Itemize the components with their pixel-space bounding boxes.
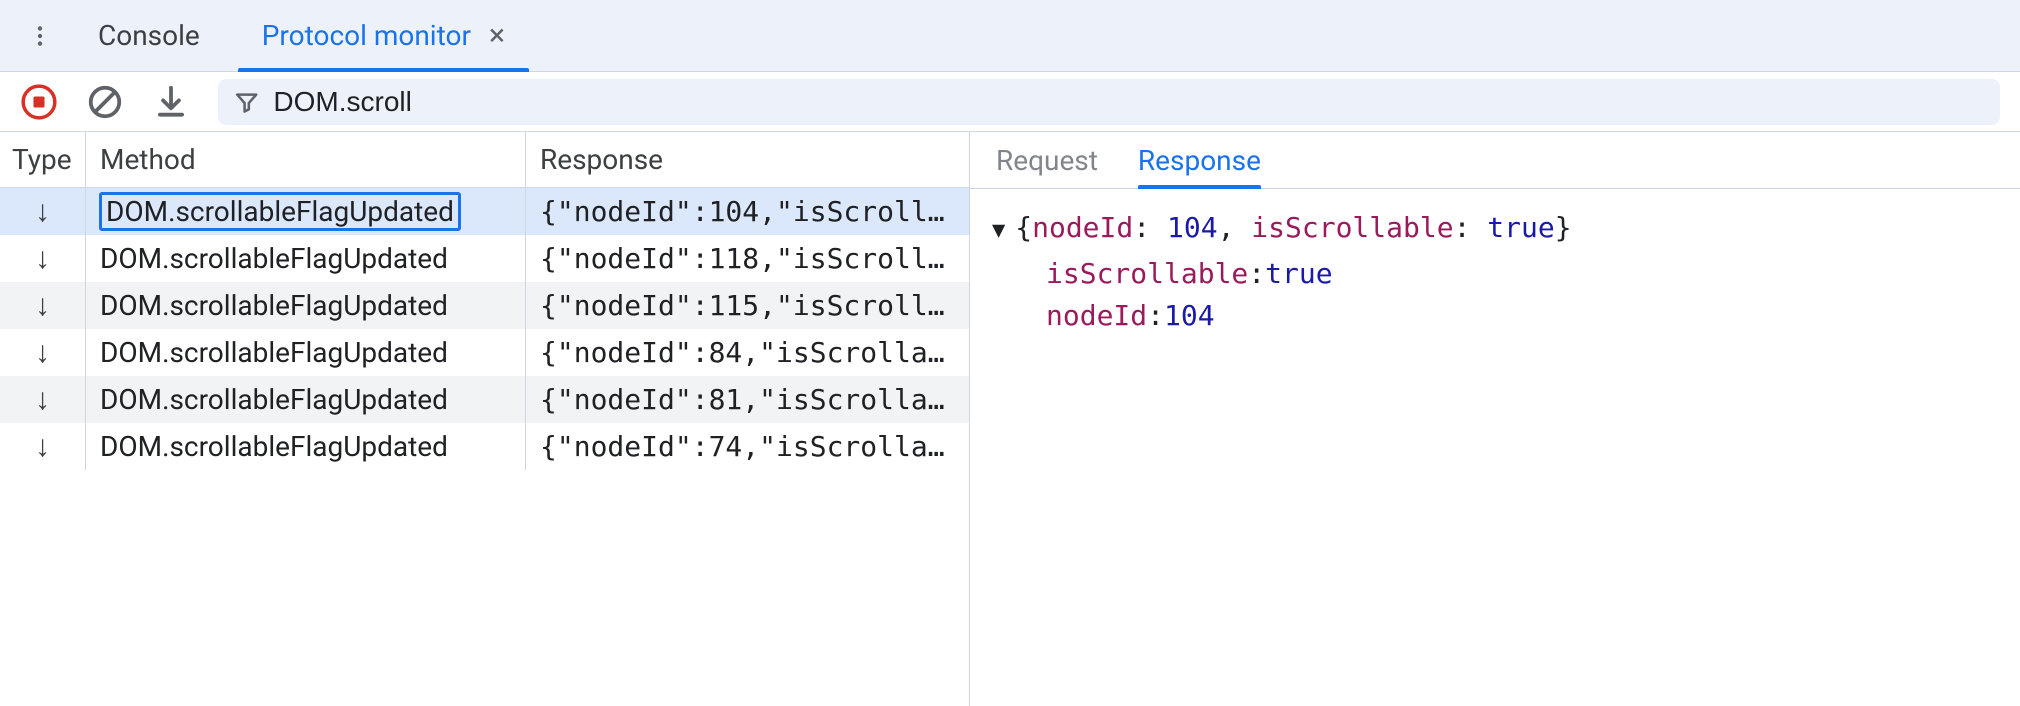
- method-text: DOM.scrollableFlagUpdated: [100, 383, 448, 416]
- detail-pane: Request Response ▼ {nodeId: 104, isScrol…: [970, 132, 2020, 706]
- tree-root[interactable]: ▼ {nodeId: 104, isScrollable: true}: [992, 207, 1998, 249]
- cell-response: {"nodeId":74,"isScrolla…: [526, 423, 969, 470]
- main-split: Type Method Response ↓ DOM.scrollableFlag…: [0, 132, 2020, 706]
- cell-method: DOM.scrollableFlagUpdated: [86, 423, 526, 470]
- filter-input[interactable]: [273, 86, 1984, 118]
- tree-prop-isscrollable[interactable]: isScrollable: true: [1046, 253, 1998, 295]
- toolbar: [0, 72, 2020, 132]
- cell-method: DOM.scrollableFlagUpdated: [86, 235, 526, 282]
- table-body: ↓ DOM.scrollableFlagUpdated {"nodeId":104,…: [0, 188, 969, 706]
- table-row[interactable]: ↓ DOM.scrollableFlagUpdated {"nodeId":118,…: [0, 235, 969, 282]
- colon: :: [1248, 253, 1265, 295]
- table-header: Type Method Response: [0, 132, 969, 188]
- table-row[interactable]: ↓ DOM.scrollableFlagUpdated {"nodeId":74,"…: [0, 423, 969, 470]
- table-row[interactable]: ↓ DOM.scrollableFlagUpdated {"nodeId":104,…: [0, 188, 969, 235]
- detail-body: ▼ {nodeId: 104, isScrollable: true} isSc…: [970, 189, 2020, 355]
- brace-open: {: [1015, 211, 1032, 244]
- comma: ,: [1218, 211, 1252, 244]
- clear-icon[interactable]: [86, 83, 124, 121]
- header-method[interactable]: Method: [86, 132, 526, 187]
- summary-val-isscrollable: true: [1487, 211, 1554, 244]
- tree-prop-nodeid[interactable]: nodeId: 104: [1046, 295, 1998, 337]
- method-text: DOM.scrollableFlagUpdated: [100, 430, 448, 463]
- filter-icon: [234, 89, 259, 115]
- top-tab-bar: Console Protocol monitor ×: [0, 0, 2020, 72]
- cell-method: DOM.scrollableFlagUpdated: [86, 282, 526, 329]
- cell-response: {"nodeId":104,"isScroll…: [526, 188, 969, 235]
- cell-response: {"nodeId":118,"isScroll…: [526, 235, 969, 282]
- colon: :: [1147, 295, 1164, 337]
- method-text: DOM.scrollableFlagUpdated: [100, 289, 448, 322]
- cell-method: DOM.scrollableFlagUpdated: [86, 188, 526, 235]
- cell-method: DOM.scrollableFlagUpdated: [86, 329, 526, 376]
- arrow-down-icon: ↓: [0, 329, 86, 376]
- tab-response[interactable]: Response: [1138, 132, 1261, 188]
- tab-response-label: Response: [1138, 144, 1261, 177]
- arrow-down-icon: ↓: [0, 282, 86, 329]
- cell-response: {"nodeId":84,"isScrolla…: [526, 329, 969, 376]
- summary-key-nodeid: nodeId: [1032, 211, 1133, 244]
- close-icon[interactable]: ×: [489, 21, 505, 51]
- summary-key-isscrollable: isScrollable: [1251, 211, 1453, 244]
- cell-response: {"nodeId":115,"isScroll…: [526, 282, 969, 329]
- cell-method: DOM.scrollableFlagUpdated: [86, 376, 526, 423]
- colon: :: [1133, 211, 1167, 244]
- tab-console[interactable]: Console: [74, 0, 224, 71]
- table-row[interactable]: ↓ DOM.scrollableFlagUpdated {"nodeId":115,…: [0, 282, 969, 329]
- arrow-down-icon: ↓: [0, 235, 86, 282]
- arrow-down-icon: ↓: [0, 376, 86, 423]
- prop-key: isScrollable: [1046, 253, 1248, 295]
- header-response[interactable]: Response: [526, 132, 969, 187]
- caret-down-icon[interactable]: ▼: [992, 214, 1005, 247]
- method-text: DOM.scrollableFlagUpdated: [100, 193, 460, 230]
- summary-val-nodeid: 104: [1167, 211, 1218, 244]
- tab-console-label: Console: [98, 19, 200, 52]
- table-row[interactable]: ↓ DOM.scrollableFlagUpdated {"nodeId":81,"…: [0, 376, 969, 423]
- object-summary: {nodeId: 104, isScrollable: true}: [1015, 207, 1571, 249]
- download-icon[interactable]: [152, 83, 190, 121]
- colon: :: [1454, 211, 1488, 244]
- tree-children: isScrollable: true nodeId: 104: [992, 253, 1998, 337]
- tab-protocol-monitor-label: Protocol monitor: [262, 19, 471, 52]
- prop-value: 104: [1164, 295, 1215, 337]
- table-row[interactable]: ↓ DOM.scrollableFlagUpdated {"nodeId":84,"…: [0, 329, 969, 376]
- filter-field[interactable]: [218, 79, 2000, 125]
- method-text: DOM.scrollableFlagUpdated: [100, 336, 448, 369]
- more-menu-icon[interactable]: [20, 16, 60, 56]
- tab-request[interactable]: Request: [996, 132, 1098, 188]
- detail-tabs: Request Response: [970, 132, 2020, 189]
- header-type[interactable]: Type: [0, 132, 86, 187]
- arrow-down-icon: ↓: [0, 423, 86, 470]
- tab-request-label: Request: [996, 144, 1098, 177]
- cell-response: {"nodeId":81,"isScrolla…: [526, 376, 969, 423]
- arrow-down-icon: ↓: [0, 188, 86, 235]
- method-text: DOM.scrollableFlagUpdated: [100, 242, 448, 275]
- prop-value: true: [1265, 253, 1332, 295]
- prop-key: nodeId: [1046, 295, 1147, 337]
- brace-close: }: [1555, 211, 1572, 244]
- record-icon[interactable]: [20, 83, 58, 121]
- tab-protocol-monitor[interactable]: Protocol monitor ×: [238, 0, 529, 71]
- events-table: Type Method Response ↓ DOM.scrollableFlag…: [0, 132, 970, 706]
